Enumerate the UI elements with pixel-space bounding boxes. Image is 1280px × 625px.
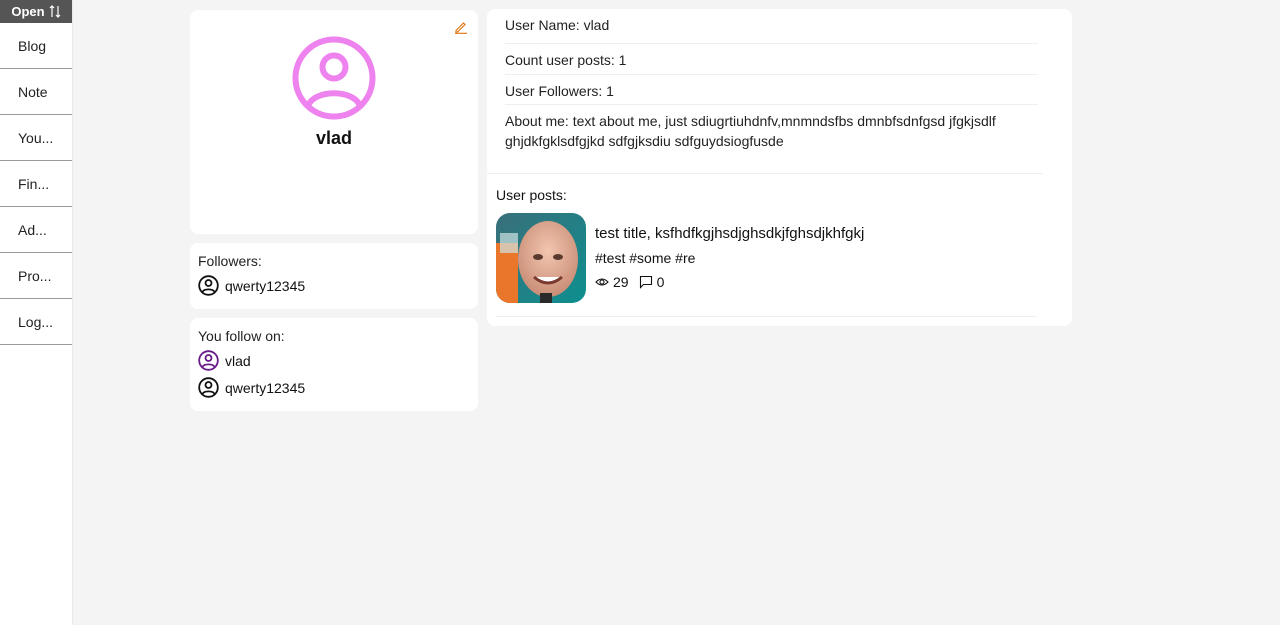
user-icon — [198, 275, 219, 296]
following-item[interactable]: qwerty12345 — [198, 377, 470, 398]
sidebar-toggle-label: Open — [11, 4, 45, 19]
following-card: You follow on: vlad qwerty12345 — [190, 318, 478, 411]
post-title: test title, ksfhdfkgjhsdjghsdkjfghsdjkhf… — [595, 225, 865, 242]
comment-icon — [639, 275, 652, 289]
post-item[interactable]: test title, ksfhdfkgjhsdjghsdkjfghsdjkhf… — [496, 213, 1036, 317]
sidebar-item-label: Note — [18, 83, 48, 100]
post-tags: #test #some #re — [595, 250, 696, 266]
following-item[interactable]: vlad — [198, 350, 470, 371]
follower-item[interactable]: qwerty12345 — [198, 275, 470, 296]
user-info-card: User Name: vlad Count user posts: 1 User… — [487, 9, 1072, 326]
comments-count: 0 — [656, 274, 665, 290]
followers-label: Followers: — [198, 253, 262, 269]
user-icon — [198, 377, 219, 398]
sidebar-toggle-button[interactable]: Open — [0, 0, 72, 23]
post-meta: 29 0 — [595, 274, 664, 290]
user-avatar-icon — [292, 36, 376, 120]
sidebar-item-add[interactable]: Ad... — [0, 207, 72, 253]
divider — [487, 173, 1043, 174]
following-name: vlad — [225, 352, 251, 369]
sidebar-item-label: Pro... — [18, 267, 52, 284]
profile-name: vlad — [315, 128, 353, 148]
follower-name: qwerty12345 — [225, 277, 306, 294]
sort-arrows-icon — [49, 5, 61, 18]
sidebar-item-find[interactable]: Fin... — [0, 161, 72, 207]
about-row: About me: text about me, just sdiugrtiuh… — [505, 113, 996, 149]
following-label: You follow on: — [198, 328, 285, 344]
sidebar-item-profile[interactable]: Pro... — [0, 253, 72, 299]
edit-pencil-icon[interactable] — [454, 20, 468, 34]
profile-card: vlad — [190, 10, 478, 234]
sidebar-item-label: Ad... — [18, 221, 47, 238]
post-count-row: Count user posts: 1 — [505, 52, 1038, 75]
eye-icon — [595, 278, 609, 286]
views-count: 29 — [613, 274, 629, 290]
sidebar: Open Blog Note You... Fin... Ad... Pro..… — [0, 0, 73, 625]
sidebar-item-you[interactable]: You... — [0, 115, 72, 161]
sidebar-item-label: Blog — [18, 37, 47, 54]
posts-label: User posts: — [496, 187, 567, 203]
sidebar-item-logout[interactable]: Log... — [0, 299, 72, 345]
sidebar-item-note[interactable]: Note — [0, 69, 72, 115]
followers-count-row: User Followers: 1 — [505, 83, 1038, 105]
sidebar-item-label: Log... — [18, 313, 54, 330]
sidebar-item-label: You... — [18, 129, 54, 146]
post-image — [496, 213, 586, 303]
followers-card: Followers: qwerty12345 — [190, 243, 478, 309]
username-row: User Name: vlad — [505, 17, 1038, 44]
post-thumbnail[interactable] — [496, 213, 586, 303]
sidebar-item-label: Fin... — [18, 175, 50, 192]
sidebar-item-blog[interactable]: Blog — [0, 23, 72, 69]
user-icon — [198, 350, 219, 371]
following-name: qwerty12345 — [225, 379, 306, 396]
